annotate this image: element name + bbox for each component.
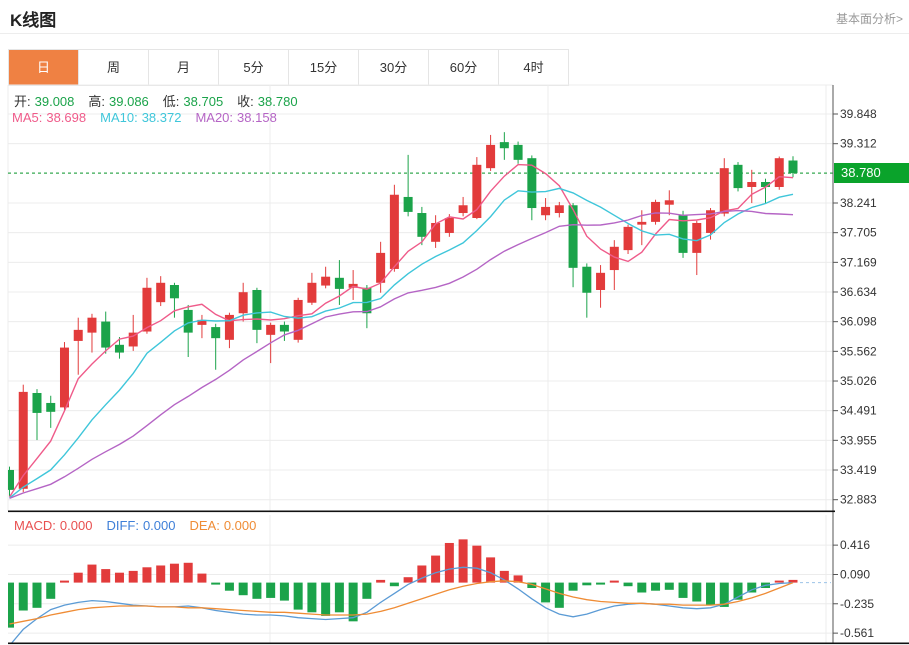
readout-label: 低: <box>163 94 180 109</box>
readout-label: MA10: <box>100 110 138 125</box>
readout-value: 38.158 <box>237 110 277 125</box>
svg-text:38.241: 38.241 <box>840 196 877 210</box>
readout-value: 38.780 <box>258 94 298 109</box>
readout-value: 38.372 <box>142 110 182 125</box>
readout-label: 收: <box>237 94 254 109</box>
macd-layer <box>5 539 831 645</box>
svg-text:0.416: 0.416 <box>840 538 870 552</box>
readout-label: DEA: <box>189 518 219 533</box>
svg-text:-0.561: -0.561 <box>840 626 874 640</box>
current-price-tag: 38.780 <box>834 163 909 183</box>
readout-label: MA20: <box>195 110 233 125</box>
svg-text:33.419: 33.419 <box>840 463 877 477</box>
readout-value: 38.705 <box>183 94 223 109</box>
svg-text:37.705: 37.705 <box>840 226 877 240</box>
bottom-border <box>8 643 909 645</box>
ma-readout: MA5: 38.698 MA10: 38.372 MA20: 38.158 <box>12 110 291 125</box>
svg-text:0.090: 0.090 <box>840 567 870 581</box>
svg-text:32.883: 32.883 <box>840 493 877 507</box>
gridlines <box>8 85 833 643</box>
svg-text:39.312: 39.312 <box>840 137 877 151</box>
readout-value: 0.000 <box>60 518 93 533</box>
readout-value: 39.086 <box>109 94 149 109</box>
readout-value: 0.000 <box>224 518 257 533</box>
readout-label: MA5: <box>12 110 42 125</box>
svg-text:37.169: 37.169 <box>840 255 877 269</box>
ohlc-readout: 开: 39.008 高: 39.086 低:38.705 收: 38.780 <box>14 91 312 110</box>
readout-label: 高: <box>88 94 105 109</box>
ma20-line <box>10 211 794 499</box>
ma10-line <box>10 188 794 498</box>
readout-value: 39.008 <box>35 94 75 109</box>
svg-text:36.098: 36.098 <box>840 315 877 329</box>
svg-text:34.491: 34.491 <box>840 404 877 418</box>
readout-label: MACD: <box>14 518 56 533</box>
svg-text:35.026: 35.026 <box>840 374 877 388</box>
svg-text:-0.235: -0.235 <box>840 597 874 611</box>
readout-value: 38.698 <box>46 110 86 125</box>
svg-text:33.955: 33.955 <box>840 433 877 447</box>
readout-value: 0.000 <box>143 518 176 533</box>
svg-text:36.634: 36.634 <box>840 285 877 299</box>
panel-divider <box>8 511 835 513</box>
readout-label: 开: <box>14 94 31 109</box>
svg-text:39.848: 39.848 <box>840 107 877 121</box>
macd-readout: MACD: 0.000 DIFF: 0.000 DEA: 0.000 <box>14 518 270 533</box>
dea-line <box>10 581 794 624</box>
svg-text:35.562: 35.562 <box>840 344 877 358</box>
readout-label: DIFF: <box>106 518 139 533</box>
